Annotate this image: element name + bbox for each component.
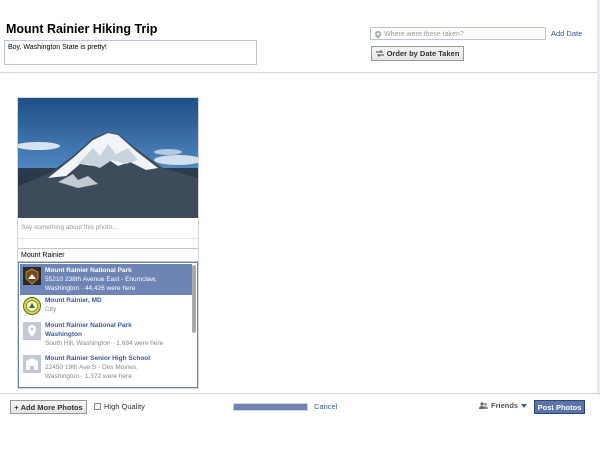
suggestion-item[interactable]: Mount Rainier, MD City (20, 294, 192, 317)
suggestion-item[interactable]: Mount Rainier Senior High School 22450 1… (20, 352, 192, 383)
photo-location-input[interactable]: Mount Rainier (18, 248, 198, 262)
high-quality-label: High Quality (104, 402, 145, 411)
caption-divider (18, 238, 198, 239)
add-more-label: Add More Photos (20, 402, 83, 412)
high-quality-checkbox[interactable] (94, 403, 101, 410)
suggestion-line: 22450 19th Ave S - Des Moines, (45, 364, 139, 371)
photo-card: Say something about this photo... Mount … (17, 97, 199, 389)
privacy-friends-button[interactable]: Friends (479, 401, 528, 410)
album-title: Mount Rainier Hiking Trip (6, 22, 158, 36)
suggestion-title-line2: Washington (45, 331, 82, 338)
location-suggestions: Mount Rainier National Park 55210 238th … (18, 262, 198, 388)
suggestion-line: 55210 238th Avenue East - Enumclaw, (45, 276, 157, 283)
order-button-label: Order by Date Taken (386, 49, 460, 58)
album-description-field[interactable]: Boy, Washington State is pretty! (4, 40, 257, 65)
park-badge-icon (23, 267, 41, 285)
plus-icon: + (14, 402, 19, 412)
suggestion-title: Mount Rainier National Park (45, 322, 132, 329)
mountain-photo (18, 98, 198, 218)
photo-caption-field[interactable]: Say something about this photo... (21, 224, 117, 231)
add-more-photos-button[interactable]: + Add More Photos (10, 400, 87, 414)
suggestion-item[interactable]: Mount Rainier National Park 55210 238th … (20, 264, 192, 295)
location-placeholder: Where were these taken? (384, 31, 464, 38)
suggestion-title: Mount Rainier Senior High School (45, 355, 151, 362)
sort-arrows-icon (375, 50, 384, 57)
suggestion-line: City (45, 306, 57, 313)
cancel-link[interactable]: Cancel (314, 402, 337, 411)
suggestion-title: Mount Rainier National Park (45, 267, 132, 274)
city-seal-icon (23, 297, 41, 315)
friends-label: Friends (491, 401, 519, 410)
bottom-divider (0, 393, 600, 394)
place-pin-icon (23, 322, 41, 340)
chevron-down-icon (521, 403, 528, 408)
add-date-link[interactable]: Add Date (551, 29, 582, 38)
suggestions-scrollbar[interactable] (192, 265, 196, 333)
upload-progress-fill (234, 404, 307, 410)
map-pin-icon (375, 30, 381, 39)
post-photos-button[interactable]: Post Photos (534, 400, 585, 414)
suggestion-title: Mount Rainier, MD (45, 297, 102, 304)
suggestion-line: Washington · 44,426 were here (45, 285, 136, 292)
suggestion-line: South Hill, Washington · 1,684 were here (45, 340, 164, 347)
suggestion-line: Washington · 1,372 were here (45, 373, 132, 380)
school-icon (23, 355, 41, 373)
location-input[interactable]: Where were these taken? (370, 27, 546, 40)
friends-icon (479, 402, 488, 409)
top-divider (0, 72, 600, 73)
upload-progress-bar (233, 403, 308, 411)
order-by-date-button[interactable]: Order by Date Taken (371, 46, 464, 61)
suggestion-item[interactable]: Mount Rainier National Park Washington S… (20, 319, 192, 350)
